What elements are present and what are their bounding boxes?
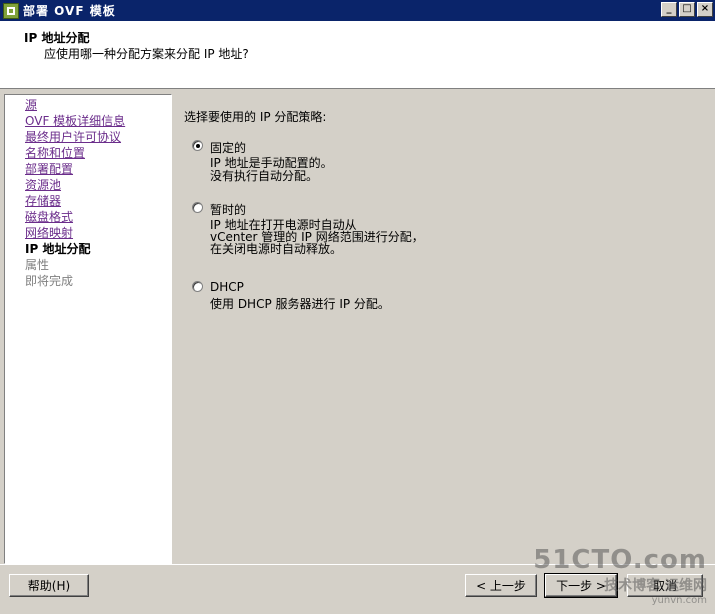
wizard-footer: 帮助(H) < 上一步 下一步 > 取消 — [0, 564, 715, 614]
wizard-content: 选择要使用的 IP 分配策略: 固定的 IP 地址是手动配置的。 没有执行自动分… — [172, 94, 711, 564]
step-ip-allocation: IP 地址分配 — [25, 242, 91, 256]
page-title: IP 地址分配 — [24, 31, 90, 45]
step-disk-format[interactable]: 磁盘格式 — [25, 209, 171, 225]
maximize-button[interactable]: □ — [679, 2, 695, 17]
step-name-location[interactable]: 名称和位置 — [25, 145, 171, 161]
step-source[interactable]: 源 — [25, 97, 171, 113]
minimize-button[interactable]: _ — [661, 2, 677, 17]
radio-dhcp[interactable] — [192, 281, 203, 292]
step-storage[interactable]: 存储器 — [25, 193, 171, 209]
step-properties: 属性 — [25, 258, 50, 272]
close-button[interactable]: × — [697, 2, 713, 17]
option-transient-desc-3: 在关闭电源时自动释放。 — [210, 242, 343, 256]
vsphere-app-icon — [3, 2, 19, 19]
option-fixed-label[interactable]: 固定的 — [210, 139, 246, 156]
window-title: 部署 OVF 模板 — [23, 4, 116, 18]
option-fixed-desc-1: IP 地址是手动配置的。 — [210, 156, 333, 170]
step-ready-to-complete: 即将完成 — [25, 274, 74, 288]
back-button[interactable]: < 上一步 — [465, 574, 537, 597]
cancel-button[interactable]: 取消 — [627, 574, 703, 597]
wizard-header: IP 地址分配 应使用哪一种分配方案来分配 IP 地址? — [0, 21, 715, 89]
radio-fixed[interactable] — [192, 140, 203, 151]
option-dhcp-label[interactable]: DHCP — [210, 280, 244, 294]
wizard-steps-list: 源 OVF 模板详细信息 最终用户许可协议 名称和位置 部署配置 资源池 存储器… — [5, 95, 171, 289]
help-button[interactable]: 帮助(H) — [9, 574, 89, 597]
option-fixed-desc-2: 没有执行自动分配。 — [210, 169, 319, 183]
step-network-mapping[interactable]: 网络映射 — [25, 225, 171, 241]
wizard-steps-sidebar: 源 OVF 模板详细信息 最终用户许可协议 名称和位置 部署配置 资源池 存储器… — [4, 94, 172, 564]
option-dhcp-desc-1: 使用 DHCP 服务器进行 IP 分配。 — [210, 297, 390, 311]
step-eula[interactable]: 最终用户许可协议 — [25, 129, 171, 145]
policy-prompt: 选择要使用的 IP 分配策略: — [184, 110, 327, 124]
page-subtitle: 应使用哪一种分配方案来分配 IP 地址? — [44, 47, 249, 61]
radio-transient[interactable] — [192, 202, 203, 213]
next-button[interactable]: 下一步 > — [544, 573, 618, 598]
step-deployment-config[interactable]: 部署配置 — [25, 161, 171, 177]
step-ovf-details[interactable]: OVF 模板详细信息 — [25, 113, 171, 129]
option-transient-label[interactable]: 暂时的 — [210, 201, 246, 218]
title-bar: 部署 OVF 模板 _ □ × — [0, 0, 715, 21]
step-resource-pool[interactable]: 资源池 — [25, 177, 171, 193]
